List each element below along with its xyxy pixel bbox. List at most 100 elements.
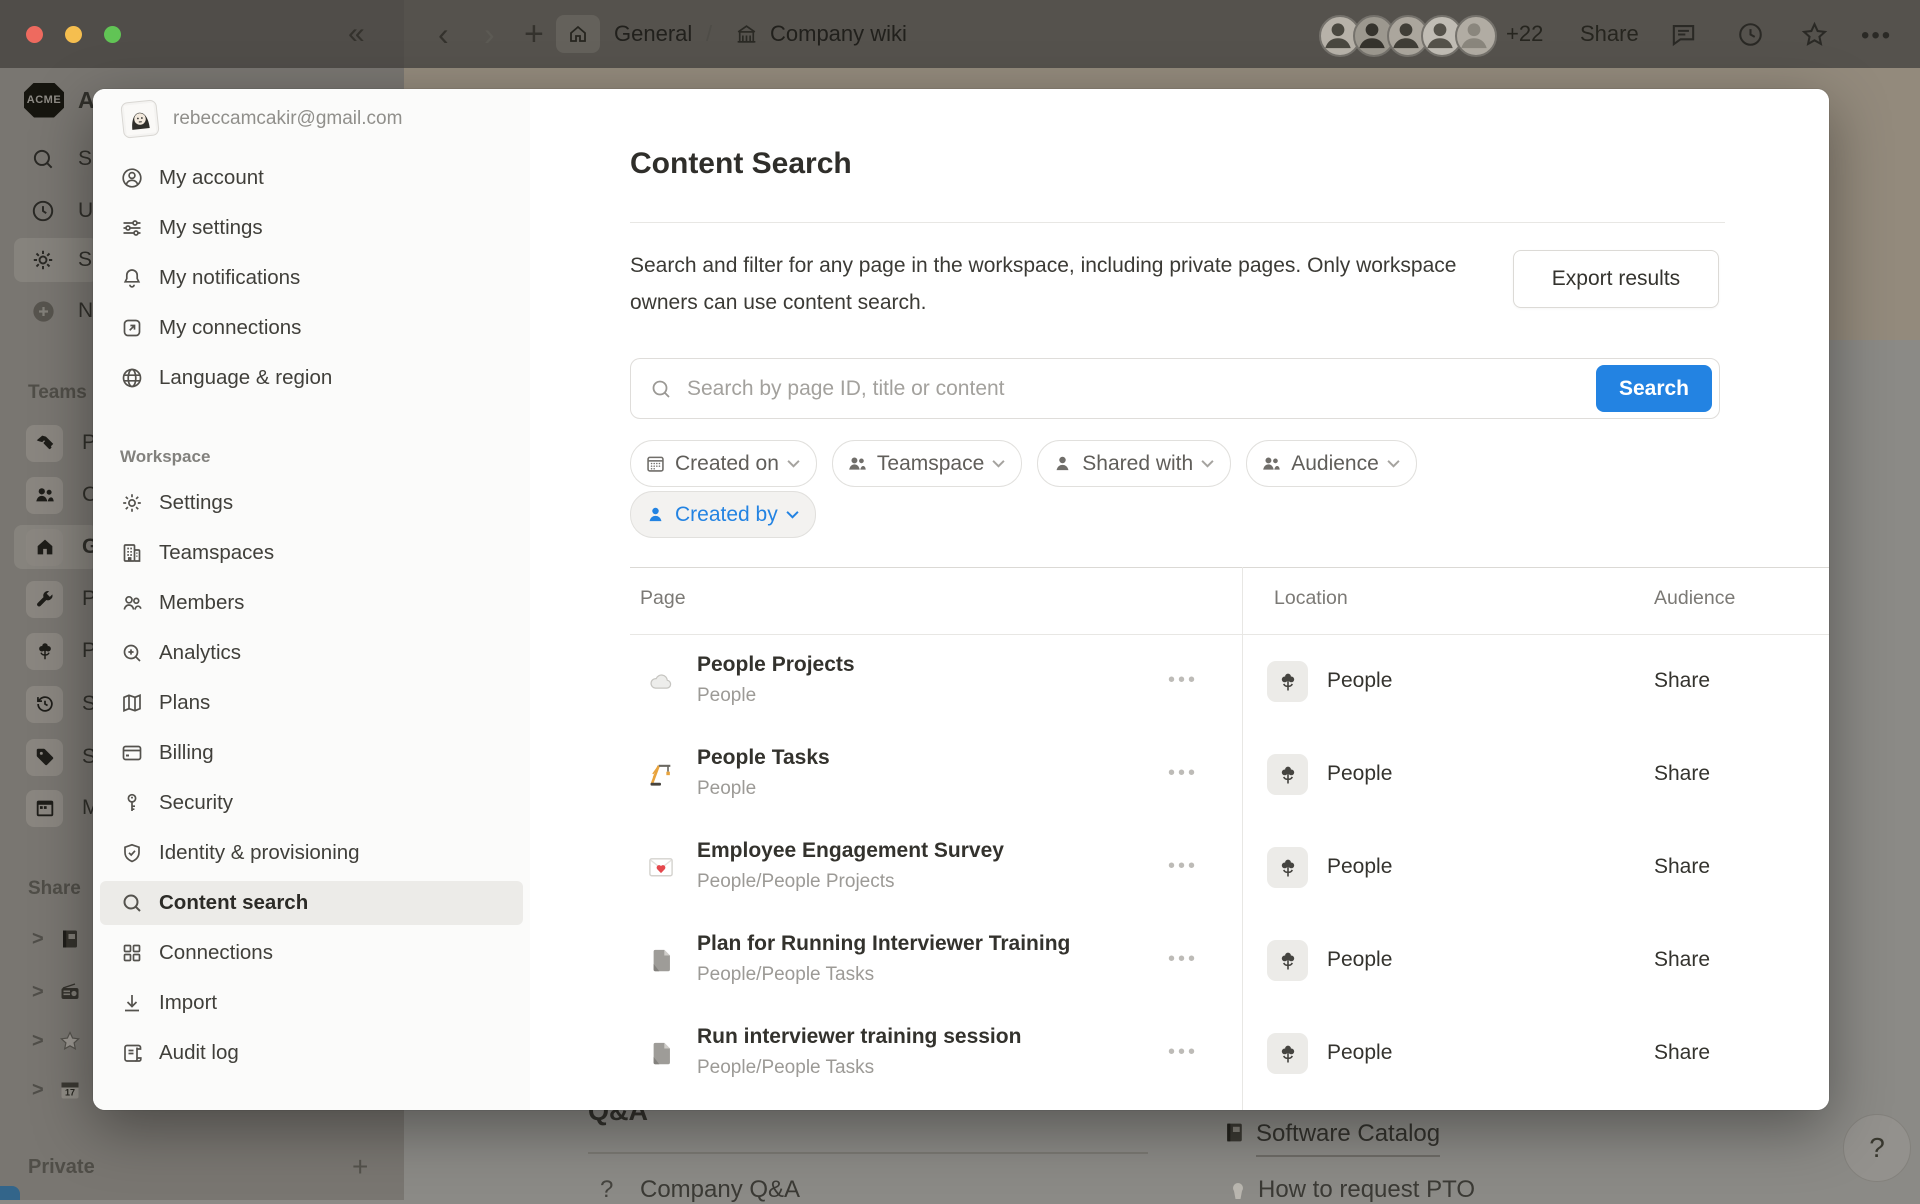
search-input[interactable] (685, 376, 1596, 402)
filter-chip-row: Created on Teamspace Shared with Audienc… (630, 440, 1417, 487)
menu-item-audit-log[interactable]: Audit log (100, 1031, 523, 1075)
calendar-icon (645, 453, 666, 474)
people-icon (847, 453, 868, 474)
minimize-window-button[interactable] (65, 26, 82, 43)
table-row[interactable]: Plan for Running Interviewer Training Pe… (530, 914, 1829, 1007)
audience-value: Share (1654, 855, 1722, 879)
menu-item-analytics[interactable]: Analytics (100, 631, 523, 675)
expand-chevron-icon[interactable]: > (32, 981, 44, 1004)
expand-chevron-icon[interactable]: > (32, 1079, 44, 1102)
filter-chip-audience[interactable]: Audience (1246, 440, 1417, 487)
row-more-options-icon[interactable]: ••• (1168, 948, 1198, 971)
row-more-options-icon[interactable]: ••• (1168, 762, 1198, 785)
home-icon[interactable] (556, 15, 600, 53)
column-header-location: Location (1274, 587, 1348, 610)
home-icon (26, 529, 63, 566)
notebook-emoji (1222, 1120, 1247, 1145)
collapse-sidebar-icon[interactable]: « (348, 0, 365, 68)
forward-icon[interactable]: › (484, 0, 495, 68)
account-menu: My account My settings My notifications … (100, 156, 523, 1075)
updates-clock-icon[interactable] (1736, 20, 1765, 49)
zoom-window-button[interactable] (104, 26, 121, 43)
calendar-17-emoji: 17 (58, 1078, 82, 1102)
teamspace-flower-icon (1267, 940, 1308, 981)
menu-item-teamspaces[interactable]: Teamspaces (100, 531, 523, 575)
sliders-icon (120, 216, 144, 240)
menu-item-content-search[interactable]: Content search (100, 881, 523, 925)
favorite-star-icon[interactable] (1800, 20, 1829, 49)
menu-item-plans[interactable]: Plans (100, 681, 523, 725)
member-overflow-count[interactable]: +22 (1506, 0, 1543, 68)
back-icon[interactable]: ‹ (438, 0, 449, 68)
more-options-icon[interactable]: ••• (1861, 22, 1892, 50)
credit-card-icon (120, 741, 144, 765)
table-row[interactable]: People Tasks People ••• People Share (530, 728, 1829, 821)
chevron-down-icon (992, 459, 1005, 468)
person-icon (1052, 453, 1073, 474)
filter-chip-created-by[interactable]: Created by (630, 491, 816, 538)
filter-chip-teamspace[interactable]: Teamspace (832, 440, 1022, 487)
chevron-down-icon (787, 459, 800, 468)
software-catalog-link[interactable]: Software Catalog (1256, 1120, 1440, 1157)
row-more-options-icon[interactable]: ••• (1168, 855, 1198, 878)
comments-icon[interactable] (1669, 20, 1698, 49)
scroll-icon (120, 1041, 144, 1065)
tag-icon (26, 739, 63, 776)
row-more-options-icon[interactable]: ••• (1168, 1041, 1198, 1064)
private-section-header[interactable]: Private + (0, 1145, 404, 1189)
column-header-audience: Audience (1654, 587, 1735, 609)
teamspace-flower-icon (1267, 1033, 1308, 1074)
cloud-emoji (646, 666, 676, 696)
window-topbar: « ‹ › + General / Company wiki +22 Share… (0, 0, 1920, 68)
wrench-icon (26, 581, 63, 618)
help-button[interactable]: ? (1843, 1114, 1911, 1182)
chevron-down-icon (1201, 459, 1214, 468)
person-icon (645, 504, 666, 525)
new-tab-icon[interactable]: + (524, 0, 544, 68)
acme-logo: ACME (24, 83, 64, 118)
menu-item-billing[interactable]: Billing (100, 731, 523, 775)
expand-chevron-icon[interactable]: > (32, 1030, 44, 1053)
close-window-button[interactable] (26, 26, 43, 43)
add-private-page-icon[interactable]: + (352, 1151, 368, 1183)
breadcrumb-space[interactable]: General (614, 0, 692, 68)
table-row[interactable]: Employee Engagement Survey People/People… (530, 821, 1829, 914)
menu-item-import[interactable]: Import (100, 981, 523, 1025)
hammer-icon (26, 425, 63, 462)
office-building-icon (120, 541, 144, 565)
audience-value: Share (1654, 669, 1722, 693)
export-results-button[interactable]: Export results (1513, 250, 1719, 308)
svg-text:17: 17 (65, 1088, 75, 1098)
menu-item-security[interactable]: Security (100, 781, 523, 825)
table-row[interactable]: Run interviewer training session People/… (530, 1007, 1829, 1100)
row-more-options-icon[interactable]: ••• (1168, 669, 1198, 692)
menu-item-my-settings[interactable]: My settings (100, 206, 523, 250)
menu-item-my-account[interactable]: My account (100, 156, 523, 200)
import-arrow-icon (120, 991, 144, 1015)
table-row[interactable]: People Projects People ••• People Share (530, 635, 1829, 728)
gear-icon (120, 491, 144, 515)
map-icon (120, 691, 144, 715)
arrow-out-box-icon (120, 316, 144, 340)
menu-item-settings[interactable]: Settings (100, 481, 523, 525)
share-button[interactable]: Share (1580, 0, 1639, 68)
menu-item-language-region[interactable]: Language & region (100, 356, 523, 400)
house-glyph (566, 22, 590, 46)
menu-item-members[interactable]: Members (100, 581, 523, 625)
teamspace-flower-icon (1267, 661, 1308, 702)
chevron-down-icon (1387, 459, 1400, 468)
filter-chip-shared-with[interactable]: Shared with (1037, 440, 1231, 487)
location-value: People (1327, 669, 1392, 693)
menu-item-my-connections[interactable]: My connections (100, 306, 523, 350)
search-button[interactable]: Search (1596, 365, 1712, 412)
menu-item-identity-provisioning[interactable]: Identity & provisioning (100, 831, 523, 875)
love-letter-emoji (646, 852, 676, 882)
menu-item-connections[interactable]: Connections (100, 931, 523, 975)
expand-chevron-icon[interactable]: > (32, 928, 44, 951)
menu-item-my-notifications[interactable]: My notifications (100, 256, 523, 300)
search-icon (649, 377, 673, 401)
filter-chip-created-on[interactable]: Created on (630, 440, 817, 487)
avatar[interactable] (1455, 15, 1497, 57)
settings-sidebar: rebeccamcakir@gmail.com My account My se… (93, 89, 530, 1110)
breadcrumb-page[interactable]: Company wiki (770, 0, 907, 68)
